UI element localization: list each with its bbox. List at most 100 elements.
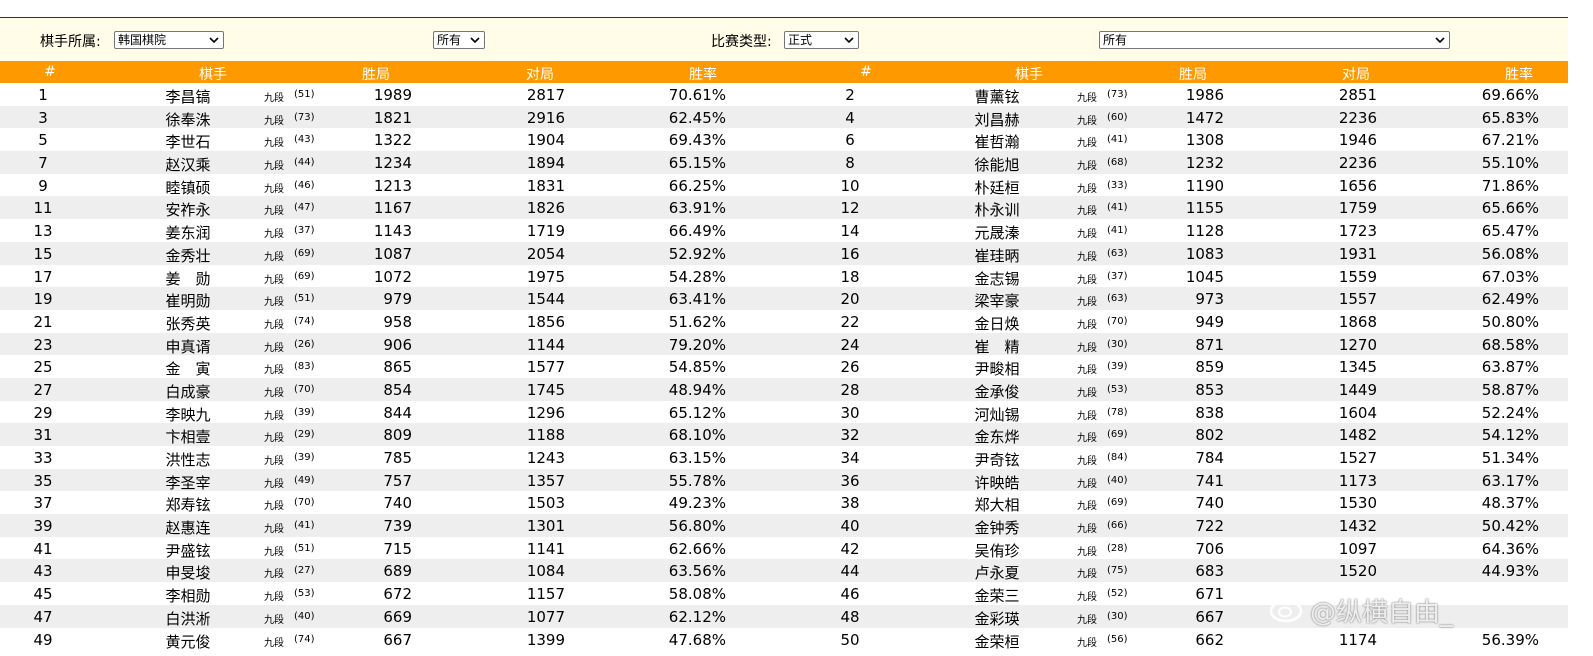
player-name[interactable]: 朴廷桓	[974, 177, 1019, 198]
player-name[interactable]: 崔哲瀚	[974, 131, 1019, 152]
player-name[interactable]: 李映九	[165, 404, 210, 425]
player-name[interactable]: 李相勋	[165, 585, 210, 606]
player-name[interactable]: 安祚永	[165, 199, 210, 220]
player-name[interactable]: 申旻埈	[165, 562, 210, 583]
player-name[interactable]: 张秀英	[165, 313, 210, 334]
rank-number: 16	[840, 244, 860, 263]
player-dan: 九段	[264, 569, 284, 581]
match-type-select[interactable]: 正式	[784, 31, 859, 49]
player-count: (52)	[1107, 588, 1128, 600]
player-name[interactable]: 金荣三	[974, 585, 1019, 606]
player-name[interactable]: 金承俊	[974, 381, 1019, 402]
player-name[interactable]: 徐奉洙	[165, 109, 210, 130]
affiliation-select[interactable]: 韩国棋院	[114, 31, 224, 49]
player-dan: 九段	[1077, 274, 1097, 286]
win-rate-cell: 62.49%	[1481, 290, 1539, 309]
player-name[interactable]: 金秀壮	[165, 245, 210, 266]
player-name[interactable]: 睦镇硕	[165, 177, 210, 198]
player-name[interactable]: 郑大相	[974, 494, 1019, 515]
player-count: (30)	[1107, 610, 1128, 622]
player-dan: 九段	[264, 229, 284, 241]
rank-number: 15	[33, 244, 53, 263]
games-cell: 1831	[526, 176, 565, 195]
wins-cell: 1821	[373, 108, 412, 127]
player-name[interactable]: 李世石	[165, 131, 210, 152]
player-dan: 九段	[264, 93, 284, 104]
games-cell: 1723	[1338, 222, 1377, 241]
table-row: 41 尹盛铉 九段 (51) 715 1141 62.66% 42 吴侑珍 九段 (28) 706 10…	[0, 537, 1568, 560]
player-dan: 九段	[1077, 93, 1097, 104]
player-count: (28)	[1107, 542, 1128, 554]
player-name[interactable]: 姜东润	[165, 222, 210, 243]
player-name[interactable]: 尹奇铉	[974, 449, 1019, 470]
player-count: (27)	[294, 565, 315, 577]
player-name[interactable]: 赵汉乘	[165, 154, 210, 175]
player-dan: 九段	[264, 456, 284, 467]
player-dan: 九段	[264, 365, 284, 377]
player-name[interactable]: 李昌镐	[165, 86, 210, 107]
wins-cell: 715	[383, 539, 412, 558]
col-header-player: 棋手	[199, 67, 227, 83]
player-name[interactable]: 金荣桓	[974, 631, 1019, 652]
player-name[interactable]: 尹盛铉	[165, 540, 210, 561]
player-name[interactable]: 尹畯相	[974, 358, 1019, 379]
player-name[interactable]: 崔明勋	[165, 290, 210, 311]
games-cell: 1856	[526, 312, 565, 331]
win-rate-cell: 68.58%	[1481, 335, 1539, 354]
player-name[interactable]: 白成豪	[165, 381, 210, 402]
player-name[interactable]: 申真谞	[165, 336, 210, 357]
player-name[interactable]: 金彩瑛	[974, 608, 1019, 629]
rank-number: 46	[840, 585, 860, 604]
player-name[interactable]: 梁宰豪	[974, 290, 1019, 311]
player-dan: 九段	[1077, 251, 1097, 263]
player-dan: 九段	[1077, 138, 1097, 150]
player-name[interactable]: 卞相壹	[165, 426, 210, 447]
player-name[interactable]: 李圣宰	[165, 472, 210, 493]
player-name[interactable]: 徐能旭	[974, 154, 1019, 175]
player-name[interactable]: 河灿锡	[974, 404, 1019, 425]
second-filter-select[interactable]: 所有	[433, 31, 485, 49]
fourth-filter-select[interactable]: 所有	[1099, 31, 1450, 49]
win-rate-cell: 58.87%	[1481, 380, 1539, 399]
player-dan: 九段	[1077, 365, 1097, 377]
player-name[interactable]: 曹薰铉	[974, 86, 1019, 107]
player-name[interactable]: 元晟溱	[974, 222, 1019, 243]
games-cell: 2851	[1338, 86, 1377, 104]
player-name[interactable]: 朴永训	[974, 199, 1019, 220]
games-cell: 1544	[526, 290, 565, 309]
player-name[interactable]: 许映皓	[974, 472, 1019, 493]
player-name[interactable]: 郑寿铉	[165, 494, 210, 515]
player-name[interactable]: 崔珪昞	[974, 245, 1019, 266]
player-name[interactable]: 黄元俊	[165, 631, 210, 652]
win-rate-cell: 65.47%	[1481, 222, 1539, 241]
wins-cell: 1213	[373, 176, 412, 195]
player-count: (69)	[294, 270, 315, 282]
player-name[interactable]: 赵惠连	[165, 517, 210, 538]
player-name[interactable]: 吴侑珍	[974, 540, 1019, 561]
table-row: 7 赵汉乘 九段 (44) 1234 1894 65.15% 8 徐能旭 九段 (68) 1232 22…	[0, 151, 1568, 174]
player-name[interactable]: 金东烨	[974, 426, 1019, 447]
rank-number: 34	[840, 449, 860, 467]
chevron-down-icon	[844, 37, 854, 44]
player-name[interactable]: 金志锡	[974, 268, 1019, 289]
player-name[interactable]: 金日焕	[974, 313, 1019, 334]
player-name[interactable]: 姜 勋	[165, 268, 210, 289]
player-name[interactable]: 洪性志	[165, 449, 210, 470]
player-name[interactable]: 卢永夏	[974, 562, 1019, 583]
player-dan: 九段	[1077, 592, 1097, 604]
player-name[interactable]: 崔 精	[974, 336, 1019, 357]
player-name[interactable]: 金 寅	[165, 358, 210, 379]
player-name[interactable]: 白洪淅	[165, 608, 210, 629]
games-cell: 1345	[1338, 358, 1377, 377]
table-row: 1 李昌镐 九段 (51) 1989 2817 70.61% 2 曹薰铉 九段 (73) 1986 28…	[0, 83, 1568, 106]
wins-cell: 1045	[1185, 267, 1224, 286]
wins-cell: 662	[1195, 630, 1224, 649]
player-count: (29)	[294, 429, 315, 441]
wins-cell: 689	[383, 562, 412, 581]
player-name[interactable]: 金钟秀	[974, 517, 1019, 538]
rank-number: 48	[840, 607, 860, 626]
col-header-rate: 胜率	[1505, 67, 1533, 83]
player-count: (46)	[294, 179, 315, 191]
player-name[interactable]: 刘昌赫	[974, 109, 1019, 130]
player-dan: 九段	[264, 524, 284, 536]
